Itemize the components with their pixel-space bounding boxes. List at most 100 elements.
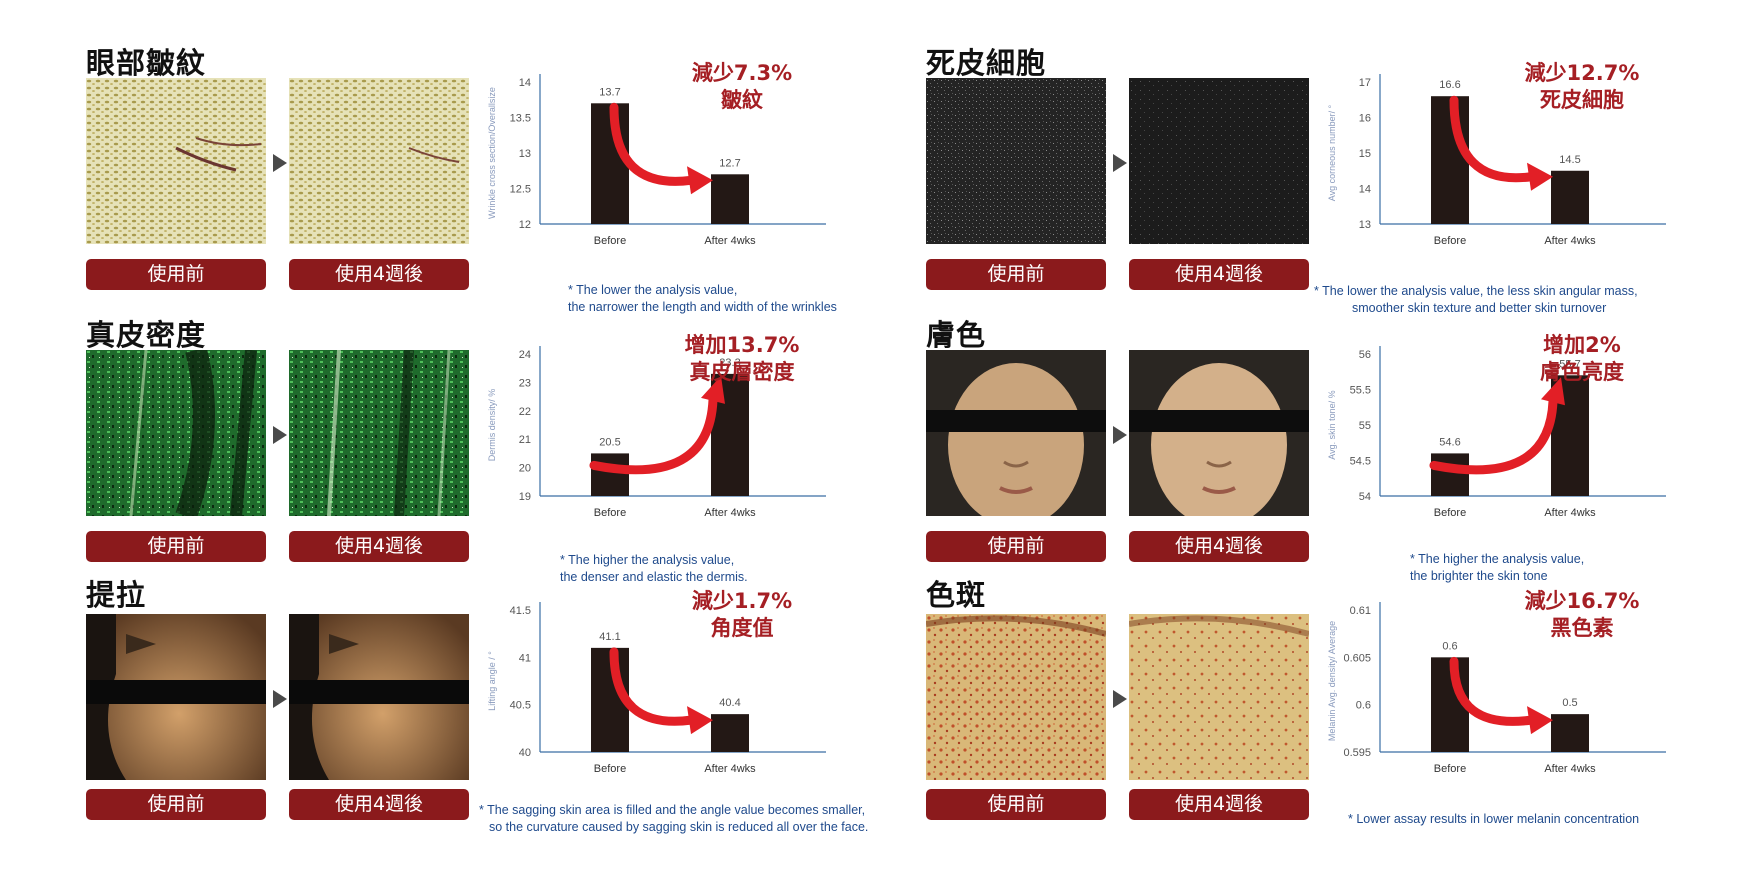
trend-arrow-head xyxy=(687,166,713,195)
before-photo xyxy=(86,614,266,780)
y-tick-label: 14 xyxy=(519,77,531,89)
y-tick-label: 12 xyxy=(519,219,531,231)
y-tick-label: 13 xyxy=(1359,219,1371,231)
arrow-right-icon xyxy=(273,690,287,708)
data-label: 54.6 xyxy=(1439,436,1460,448)
y-tick-label: 24 xyxy=(519,349,531,361)
bar xyxy=(591,453,629,496)
x-tick-label: After 4wks xyxy=(1544,507,1596,519)
note-line-1: * The higher the analysis value, xyxy=(1410,552,1585,566)
section-title: 膚色 xyxy=(926,318,987,352)
panel-skin-tone: 膚色 使用前 使用4週後 Avg. skin tone/ % 54 54.5 55 55… xyxy=(926,312,1746,583)
bar-chart: Melanin Avg. density/ Average 0.595 0.6 0.6… xyxy=(1327,589,1666,775)
x-tick-label: Before xyxy=(594,235,626,247)
data-label: 0.5 xyxy=(1562,697,1577,709)
section-title: 眼部皺紋 xyxy=(86,46,207,80)
before-photo xyxy=(926,614,1106,780)
before-label: 使用前 xyxy=(86,789,266,820)
y-tick-label: 22 xyxy=(519,406,531,418)
x-tick-label: After 4wks xyxy=(704,235,756,247)
x-tick-label: After 4wks xyxy=(704,507,756,519)
y-tick-label: 0.6 xyxy=(1356,700,1371,712)
bar xyxy=(711,714,749,752)
chart-note: * The sagging skin area is filled and th… xyxy=(479,802,868,836)
chart-note: * Lower assay results in lower melanin c… xyxy=(1348,811,1639,828)
x-tick-label: Before xyxy=(1434,763,1466,775)
y-tick-label: 54.5 xyxy=(1350,456,1371,468)
after-photo xyxy=(1129,78,1309,244)
before-photo xyxy=(86,350,266,516)
arrow-right-icon xyxy=(1113,690,1127,708)
section-title: 色斑 xyxy=(926,578,987,612)
y-tick-label: 23 xyxy=(519,377,531,389)
bar-chart: Lifting angle / ° 40 40.5 41 41.5 41.1 Before 4… xyxy=(487,589,826,775)
after-photo xyxy=(1129,350,1309,516)
after-label: 使用4週後 xyxy=(1129,531,1309,562)
note-line-1: * Lower assay results in lower melanin c… xyxy=(1348,812,1640,826)
before-label: 使用前 xyxy=(926,789,1106,820)
before-label: 使用前 xyxy=(926,531,1106,562)
bar xyxy=(1551,170,1589,224)
highlight-text: 角度值 xyxy=(711,616,774,640)
y-tick-label: 0.61 xyxy=(1350,605,1371,617)
data-label: 20.5 xyxy=(599,436,620,448)
x-tick-label: After 4wks xyxy=(1544,763,1596,775)
trend-arrow-head xyxy=(687,706,713,735)
y-axis-label: Avg corneous number/ ° xyxy=(1327,104,1337,201)
x-tick-label: Before xyxy=(1434,507,1466,519)
arrow-right-icon xyxy=(273,426,287,444)
highlight-text: 減少16.7% xyxy=(1525,589,1640,613)
y-axis-label: Avg. skin tone/ % xyxy=(1327,390,1337,459)
x-tick-label: Before xyxy=(1434,235,1466,247)
bar xyxy=(1431,453,1469,496)
data-label: 0.6 xyxy=(1442,640,1457,652)
note-line-1: * The higher the analysis value, xyxy=(560,553,735,567)
bar-chart: Dermis density/ %19202122232420.5Before2… xyxy=(487,333,826,519)
highlight-text: 減少7.3% xyxy=(692,61,792,85)
after-photo xyxy=(289,350,469,516)
y-tick-label: 55 xyxy=(1359,420,1371,432)
before-photo xyxy=(86,78,266,244)
y-tick-label: 41 xyxy=(519,652,531,664)
y-tick-label: 55.5 xyxy=(1350,385,1371,397)
bar-chart: Wrinkle cross section/Overallsize 12 12.5 1… xyxy=(487,61,826,247)
y-tick-label: 19 xyxy=(519,491,531,503)
panel-eye-wrinkles: 眼部皺紋 使用前 使用4週後 Wrinkle cross section/Ove… xyxy=(86,40,906,314)
y-tick-label: 21 xyxy=(519,434,531,446)
before-photo xyxy=(926,350,1106,516)
x-tick-label: Before xyxy=(594,507,626,519)
panel-dead-skin: 死皮細胞 使用前 使用4週後 Avg corneous number/ ° 13 1… xyxy=(926,40,1746,315)
section-title: 提拉 xyxy=(86,578,147,612)
highlight-text: 黑色素 xyxy=(1551,616,1614,640)
panel-melanin: 色斑 使用前 使用4週後 Melanin Avg. density/ Avera… xyxy=(926,572,1746,832)
y-tick-label: 54 xyxy=(1359,491,1371,503)
trend-arrow-head xyxy=(1527,706,1553,735)
y-axis-label: Lifting angle / ° xyxy=(487,651,497,711)
before-label: 使用前 xyxy=(926,259,1106,290)
bar xyxy=(591,103,629,224)
arrow-right-icon xyxy=(273,154,287,172)
after-photo xyxy=(1129,614,1309,780)
data-label: 16.6 xyxy=(1439,79,1460,91)
data-label: 40.4 xyxy=(719,697,740,709)
chart-note: * The lower the analysis value, the narr… xyxy=(568,282,837,316)
y-tick-label: 20 xyxy=(519,463,531,475)
data-label: 12.7 xyxy=(719,157,740,169)
y-tick-label: 40.5 xyxy=(510,700,531,712)
after-label: 使用4週後 xyxy=(289,259,469,290)
section-title: 死皮細胞 xyxy=(926,46,1047,80)
x-tick-label: Before xyxy=(594,763,626,775)
y-axis-label: Wrinkle cross section/Overallsize xyxy=(487,87,497,219)
y-axis-label: Melanin Avg. density/ Average xyxy=(1327,621,1337,741)
trend-arrow-head xyxy=(1527,162,1553,191)
y-tick-label: 41.5 xyxy=(510,605,531,617)
panel-dermis-density: 真皮密度 使用前 使用4週後 Dermis density/ % 19 20 21 22… xyxy=(86,312,906,584)
after-photo xyxy=(289,614,469,780)
after-label: 使用4週後 xyxy=(1129,789,1309,820)
arrow-right-icon xyxy=(1113,154,1127,172)
bar xyxy=(711,174,749,224)
y-tick-label: 0.605 xyxy=(1343,652,1371,664)
highlight-text: 減少12.7% xyxy=(1525,61,1640,85)
after-label: 使用4週後 xyxy=(289,531,469,562)
y-tick-label: 0.595 xyxy=(1343,747,1371,759)
